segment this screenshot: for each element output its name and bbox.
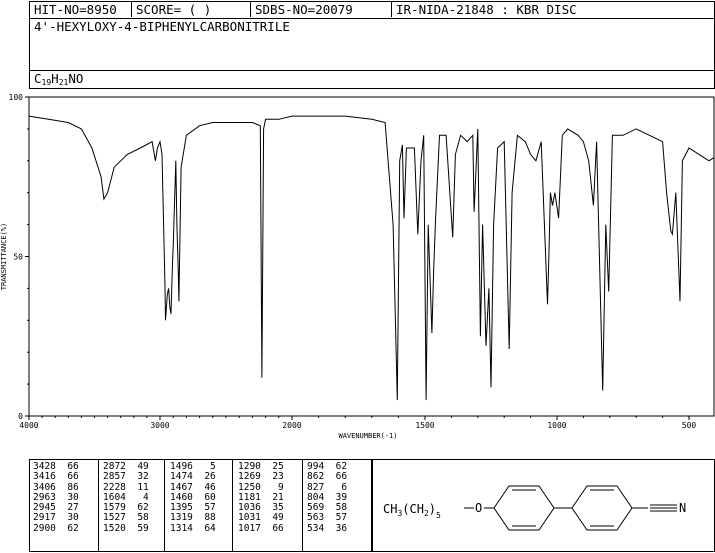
sdbs-number: SDBS-NO=20079 — [255, 2, 353, 17]
formula-h: H — [51, 71, 59, 86]
spectrum-trace — [28, 115, 715, 401]
table-divider — [302, 459, 303, 551]
chain-paren: (CH — [402, 502, 424, 516]
formula-divider — [29, 70, 715, 71]
alkyl-chain: CH3(CH2)5 — [383, 502, 441, 520]
x-tick-label: 3000 — [150, 421, 169, 430]
peak-table-column: 994 62 862 66 827 6 804 39 569 58 563 57 534 3… — [307, 461, 348, 534]
x-tick-label: 4000 — [19, 421, 38, 430]
x-tick-label: 2000 — [282, 421, 301, 430]
formula-c-count: 19 — [41, 78, 52, 87]
y-tick-label: 100 — [9, 93, 24, 102]
plot-frame — [28, 96, 715, 417]
compound-name: 4'-HEXYLOXY-4-BIPHENYLCARBONITRILE — [34, 19, 290, 34]
formula-c: C — [34, 71, 42, 86]
peak-table-column: 2872 49 2857 32 2228 11 1604 4 1579 62 1527 5… — [103, 461, 149, 534]
x-tick-label: 500 — [682, 421, 697, 430]
ir-info: IR-NIDA-21848 : KBR DISC — [396, 2, 577, 17]
x-tick-label: 1000 — [547, 421, 566, 430]
peak-table-column: 3428 66 3416 66 3406 86 2963 30 2945 27 2917 … — [33, 461, 79, 534]
peak-table-column: 1290 25 1269 23 1250 9 1181 21 1036 35 1031 4… — [238, 461, 284, 534]
score: SCORE= ( ) — [136, 2, 212, 17]
hit-number: HIT-NO=8950 — [34, 2, 117, 17]
peak-table-row: 1314 64 — [170, 522, 216, 534]
ir-spectrum-chart: 4000 3000 2000 1500 1000 500100500WAVENUMBER(… — [0, 93, 715, 440]
table-divider — [164, 459, 165, 551]
formula-rest: NO — [68, 71, 84, 86]
peak-table-row: 534 36 — [307, 522, 348, 534]
structure-diagram: CH3(CH2)5 O N — [383, 485, 686, 531]
x-tick-label: 1500 — [415, 421, 434, 430]
table-divider — [232, 459, 233, 551]
nitrogen-atom: N — [679, 501, 686, 515]
benzene-ring-2 — [571, 485, 633, 531]
peak-table-row: 1017 66 — [238, 522, 284, 534]
oxygen-atom: O — [475, 501, 482, 515]
chain-ch: CH — [383, 502, 397, 516]
y-tick-label: 50 — [13, 253, 23, 262]
peak-table-column: 1496 5 1474 26 1467 46 1460 60 1395 57 1319 8… — [170, 461, 216, 534]
peak-table-row: 1520 59 — [103, 522, 149, 534]
y-tick-label: 0 — [18, 412, 23, 421]
formula-h-count: 21 — [58, 78, 69, 87]
chain-sub-5: 5 — [436, 511, 441, 520]
table-divider — [98, 459, 99, 551]
peak-table-row: 2900 62 — [33, 522, 79, 534]
chain-close: ) — [429, 502, 436, 516]
benzene-ring-1 — [493, 485, 555, 531]
y-axis-label: TRANSMITTANCE(%) — [0, 223, 8, 290]
x-axis-label: WAVENUMBER(-1) — [338, 432, 397, 440]
